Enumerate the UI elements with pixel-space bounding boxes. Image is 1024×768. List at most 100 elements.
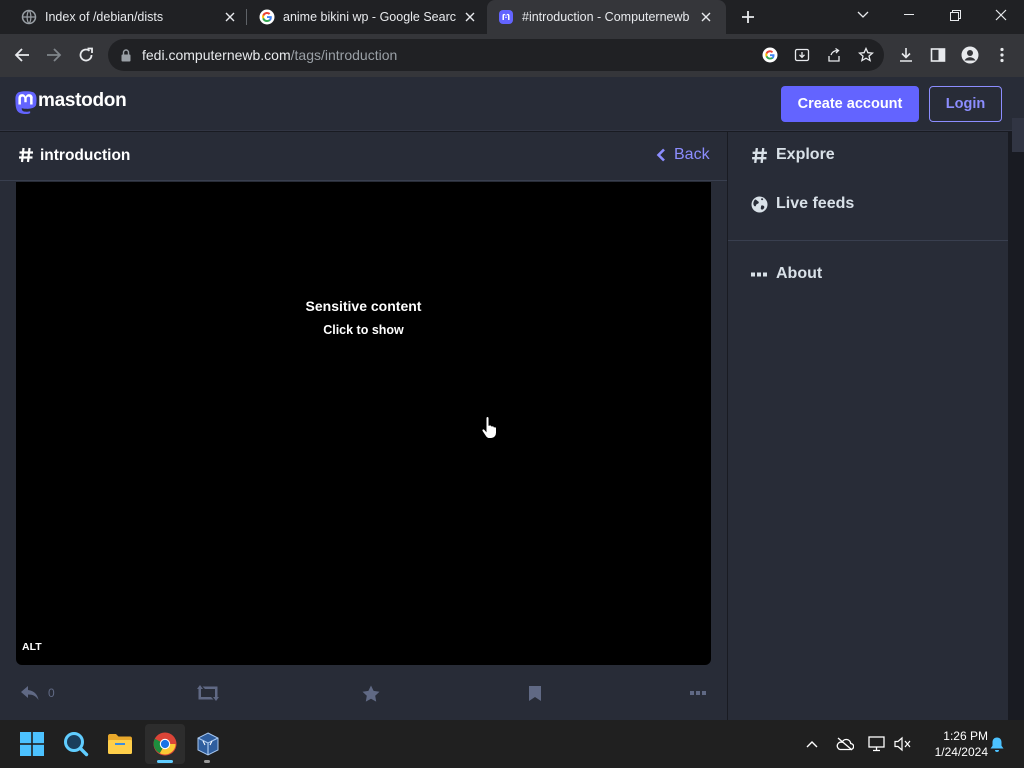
share-button[interactable] — [822, 43, 846, 67]
windows-icon — [20, 732, 44, 756]
back-label: Back — [674, 146, 710, 163]
onedrive-button[interactable] — [832, 724, 858, 764]
lock-icon[interactable] — [114, 43, 138, 67]
profile-button[interactable] — [958, 43, 982, 67]
chrome-taskbar-button[interactable] — [145, 724, 185, 764]
chevron-up-icon — [806, 741, 818, 748]
folder-icon — [108, 734, 132, 754]
bookmark-star-button[interactable] — [854, 43, 878, 67]
ellipsis-icon — [690, 691, 706, 695]
cloud-off-icon — [836, 737, 854, 751]
google-icon — [259, 9, 275, 25]
browser-tab-debian[interactable]: Index of /debian/dists — [0, 0, 246, 34]
nav-explore[interactable]: Explore — [750, 146, 835, 164]
active-app-indicator — [157, 760, 173, 763]
tab-title: anime bikini wp - Google Search — [283, 10, 456, 24]
spoiler-title: Sensitive content — [305, 298, 422, 314]
nav-about-label: About — [776, 265, 823, 282]
downloads-button[interactable] — [894, 43, 918, 67]
kebab-menu-icon — [1000, 47, 1004, 63]
install-app-button[interactable] — [790, 43, 814, 67]
file-explorer-button[interactable] — [100, 724, 140, 764]
boost-icon — [197, 685, 219, 701]
nav-live-feeds[interactable]: Live feeds — [750, 195, 854, 213]
reply-button[interactable]: 0 — [20, 676, 55, 710]
download-icon — [900, 48, 912, 62]
hashtag-icon — [750, 146, 768, 164]
navigation-panel — [728, 132, 1008, 720]
restore-button[interactable] — [932, 0, 978, 30]
page-scrollbar[interactable] — [1008, 132, 1024, 720]
google-lens-button[interactable] — [758, 43, 782, 67]
close-window-button[interactable] — [978, 0, 1024, 30]
virtualbox-icon — [197, 732, 219, 756]
url-path: /tags/introduction — [290, 47, 398, 63]
boost-button[interactable] — [197, 676, 219, 710]
alt-badge[interactable]: ALT — [22, 641, 42, 653]
chrome-menu-button[interactable] — [990, 43, 1014, 67]
star-icon — [362, 685, 380, 702]
network-icon — [868, 736, 885, 752]
back-nav-button[interactable] — [10, 43, 34, 67]
speaker-muted-icon — [894, 736, 911, 752]
tab-title: Index of /debian/dists — [45, 10, 164, 24]
mastodon-wordmark[interactable]: mastodon — [38, 90, 127, 112]
close-icon[interactable] — [222, 9, 238, 25]
restore-icon — [949, 9, 961, 21]
mastodon-icon — [499, 10, 513, 24]
arrow-left-icon — [14, 48, 29, 62]
taskbar-clock[interactable]: 1:26 PM 1/24/2024 — [918, 728, 988, 760]
browser-tab-google[interactable]: anime bikini wp - Google Search — [238, 0, 486, 34]
reload-button[interactable] — [74, 43, 98, 67]
arrow-right-icon — [47, 48, 62, 62]
status-action-bar: 0 — [0, 676, 727, 710]
chrome-icon — [153, 732, 177, 756]
sensitive-media[interactable]: Sensitive content Click to show ALT — [16, 182, 711, 665]
side-panel-button[interactable] — [926, 43, 950, 67]
scrollbar-thumb[interactable] — [1012, 118, 1024, 152]
close-icon[interactable] — [462, 9, 478, 25]
profile-icon — [961, 46, 979, 64]
volume-button[interactable] — [890, 724, 916, 764]
nav-explore-label: Explore — [776, 146, 835, 163]
close-icon[interactable] — [698, 9, 714, 25]
reply-icon — [21, 686, 39, 700]
favourite-button[interactable] — [362, 676, 380, 710]
bookmark-icon — [529, 685, 541, 701]
login-button[interactable]: Login — [929, 86, 1002, 122]
virtualbox-button[interactable] — [188, 724, 228, 764]
new-tab-button[interactable] — [736, 5, 760, 29]
share-icon — [828, 47, 840, 62]
search-icon — [64, 732, 89, 757]
show-hidden-icons-button[interactable] — [800, 724, 824, 764]
chevron-down-icon — [857, 11, 869, 18]
url-text: fedi.computernewb.com/tags/introduction — [142, 47, 397, 63]
side-panel-icon — [930, 48, 946, 62]
minimize-button[interactable] — [886, 0, 932, 30]
globe-icon — [750, 195, 768, 213]
browser-tab-mastodon[interactable]: #introduction - Computernewb M — [487, 0, 726, 34]
install-icon — [794, 48, 810, 62]
spoiler-subtitle: Click to show — [323, 323, 404, 337]
hashtag-icon — [19, 147, 33, 163]
more-options-button[interactable] — [690, 676, 706, 710]
star-icon — [858, 47, 874, 62]
mastodon-logo-icon[interactable] — [14, 90, 38, 116]
back-button[interactable]: Back — [656, 146, 710, 164]
nav-live-feeds-label: Live feeds — [776, 195, 855, 212]
minimize-icon — [904, 14, 914, 15]
tab-search-button[interactable] — [840, 0, 886, 30]
nav-about[interactable]: About — [750, 265, 822, 283]
search-button[interactable] — [56, 724, 96, 764]
reply-count: 0 — [48, 686, 55, 700]
close-icon — [995, 9, 1007, 21]
bookmark-button[interactable] — [528, 676, 542, 710]
network-button[interactable] — [864, 724, 890, 764]
column-title[interactable]: introduction — [40, 147, 130, 165]
plus-icon — [742, 11, 754, 23]
forward-nav-button[interactable] — [42, 43, 66, 67]
create-account-button[interactable]: Create account — [781, 86, 919, 122]
notifications-button[interactable] — [984, 724, 1010, 764]
start-button[interactable] — [12, 724, 52, 764]
ellipsis-icon — [750, 265, 768, 283]
